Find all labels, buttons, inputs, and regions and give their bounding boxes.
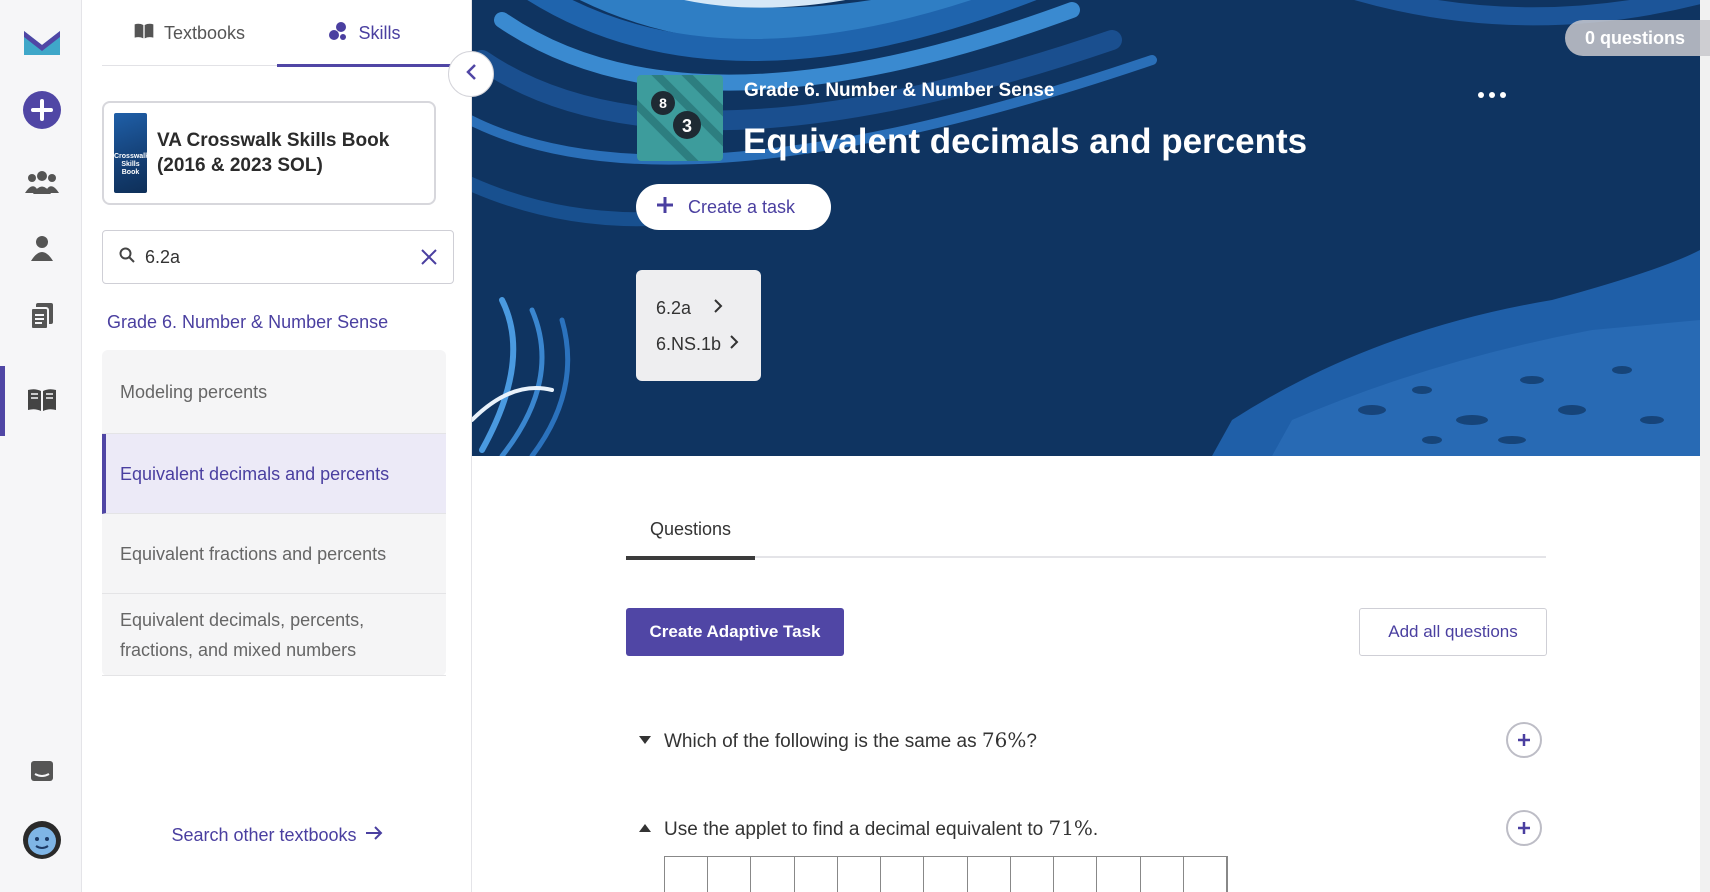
tab-label: Skills bbox=[358, 22, 401, 43]
add-question-button[interactable] bbox=[1506, 722, 1542, 758]
list-item-modeling-percents[interactable]: Modeling percents bbox=[102, 350, 446, 434]
add-question-button[interactable] bbox=[1506, 810, 1542, 846]
create-task-button[interactable]: Create a task bbox=[636, 184, 831, 230]
caret-down-icon[interactable] bbox=[626, 735, 664, 745]
add-icon[interactable] bbox=[22, 90, 62, 130]
skill-list: Modeling percents Equivalent decimals an… bbox=[102, 350, 446, 676]
chevron-right-icon bbox=[713, 298, 723, 319]
textbook-card[interactable]: Crosswalk Skills Book VA Crosswalk Skill… bbox=[102, 101, 436, 205]
question-text: Which of the following is the same as 76… bbox=[664, 727, 1037, 752]
search-input[interactable] bbox=[145, 246, 405, 268]
content-tabs: Questions bbox=[626, 500, 1546, 560]
logo-icon[interactable] bbox=[22, 22, 62, 62]
window-scrollbar[interactable] bbox=[1700, 0, 1710, 892]
chat-icon[interactable] bbox=[22, 752, 62, 792]
create-adaptive-task-button[interactable]: Create Adaptive Task bbox=[626, 608, 844, 656]
tab-textbooks[interactable]: Textbooks bbox=[102, 0, 277, 66]
list-item-equivalent-decimals-percents[interactable]: Equivalent decimals and percents bbox=[102, 434, 446, 514]
tab-label: Textbooks bbox=[163, 22, 246, 43]
more-options-icon[interactable] bbox=[1474, 85, 1510, 105]
book-icon bbox=[134, 23, 154, 44]
skill-search bbox=[102, 230, 454, 284]
rail-active-indicator bbox=[0, 366, 5, 436]
sidebar-tabs: Textbooks Skills bbox=[102, 0, 452, 67]
collapse-sidebar-button[interactable] bbox=[448, 51, 494, 97]
caret-up-icon[interactable] bbox=[626, 823, 664, 833]
arrow-right-icon bbox=[365, 825, 383, 846]
breadcrumb[interactable]: Grade 6. Number & Number Sense bbox=[744, 80, 1054, 102]
svg-text:3: 3 bbox=[682, 116, 692, 136]
search-other-textbooks-link[interactable]: Search other textbooks bbox=[82, 825, 472, 846]
question-row[interactable]: Use the applet to find a decimal equival… bbox=[626, 808, 1546, 848]
textbook-title: VA Crosswalk Skills Book (2016 & 2023 SO… bbox=[156, 130, 390, 176]
skills-sidebar: Textbooks Skills Crosswalk Skills Book V… bbox=[82, 0, 472, 892]
avatar-icon[interactable] bbox=[22, 820, 62, 860]
list-item-equivalent-fractions-percents[interactable]: Equivalent fractions and percents bbox=[102, 514, 446, 594]
applet-grid[interactable] bbox=[664, 856, 1228, 892]
skill-thumbnail-icon: 8 3 bbox=[637, 75, 723, 161]
question-row[interactable]: Which of the following is the same as 76… bbox=[626, 720, 1546, 760]
question-text: Use the applet to find a decimal equival… bbox=[664, 815, 1099, 840]
list-item-equivalent-mixed[interactable]: Equivalent decimals, percents, fractions… bbox=[102, 594, 446, 676]
book-icon[interactable] bbox=[22, 380, 62, 420]
left-rail bbox=[0, 0, 82, 892]
skills-icon bbox=[328, 21, 348, 46]
chevron-right-icon bbox=[729, 334, 739, 355]
add-all-questions-button[interactable]: Add all questions bbox=[1359, 608, 1547, 656]
groups-icon[interactable] bbox=[22, 162, 62, 202]
tab-skills[interactable]: Skills bbox=[277, 0, 452, 67]
documents-icon[interactable] bbox=[22, 296, 62, 336]
svg-text:8: 8 bbox=[659, 95, 667, 111]
skill-group-title: Grade 6. Number & Number Sense bbox=[107, 312, 389, 332]
standard-link-6-2a[interactable]: 6.2a bbox=[656, 290, 761, 326]
tab-questions[interactable]: Questions bbox=[626, 500, 755, 560]
chevron-left-icon bbox=[465, 63, 477, 86]
standard-link-6-ns-1b[interactable]: 6.NS.1b bbox=[656, 326, 761, 362]
clear-icon[interactable] bbox=[415, 243, 443, 271]
question-count-badge: 0 questions bbox=[1565, 20, 1710, 56]
person-icon[interactable] bbox=[22, 228, 62, 268]
page-title: Equivalent decimals and percents bbox=[743, 122, 1308, 161]
book-cover-image: Crosswalk Skills Book bbox=[114, 113, 147, 193]
search-icon bbox=[119, 247, 135, 268]
standards-card: 6.2a 6.NS.1b bbox=[636, 270, 761, 381]
plus-icon bbox=[656, 196, 674, 219]
